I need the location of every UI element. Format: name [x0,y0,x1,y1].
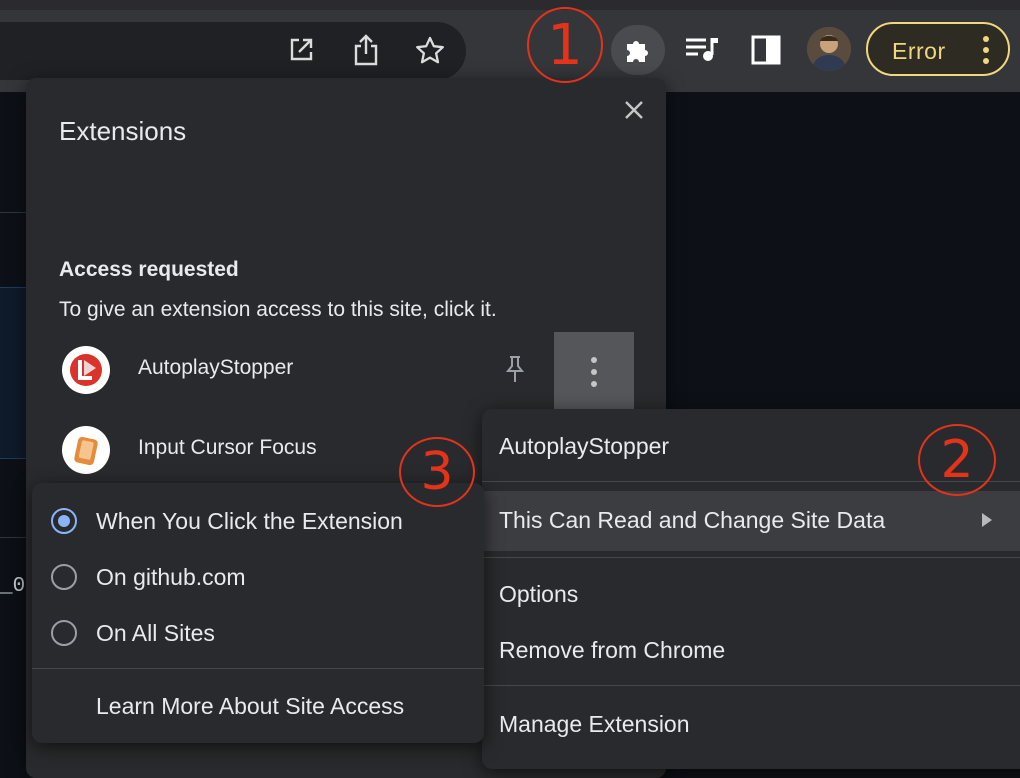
annotation-step-2: 2 [918,424,996,496]
pin-icon[interactable] [502,354,528,384]
submenu-arrow-icon [982,513,992,527]
radio-label: On github.com [96,564,246,590]
section-heading: Access requested [59,258,239,281]
annotation-step-1: 1 [527,7,603,83]
more-vert-icon [591,357,597,387]
site-access-submenu: When You Click the Extension On github.c… [32,483,484,743]
radio-label: When You Click the Extension [96,508,403,534]
radio-selected-icon[interactable] [51,508,77,534]
side-panel-icon[interactable] [751,35,781,65]
background-code-fragment: _0 [0,575,26,598]
radio-icon[interactable] [51,564,77,590]
error-label: Error [892,38,946,64]
profile-error-button[interactable]: Error [866,22,1010,76]
radio-option-all-sites[interactable]: On All Sites [32,608,484,658]
window-top-strip [0,0,1020,10]
radio-label: On All Sites [96,620,215,646]
autoplaystopper-icon [62,346,110,394]
extensions-button[interactable] [611,25,665,75]
open-in-new-icon[interactable] [287,36,315,64]
media-queue-icon[interactable] [684,36,720,64]
radio-icon[interactable] [51,620,77,646]
radio-option-on-site[interactable]: On github.com [32,552,484,602]
menu-item-options[interactable]: Options [482,565,1020,625]
menu-item-remove-from-chrome[interactable]: Remove from Chrome [482,621,1020,681]
puzzle-icon [627,41,648,62]
address-bar[interactable] [0,22,466,80]
extension-item-autoplaystopper[interactable]: AutoplayStopper [26,332,666,412]
menu-item-site-data[interactable]: This Can Read and Change Site Data [482,491,1020,551]
extension-name: AutoplayStopper [138,356,294,379]
annotation-step-3: 3 [399,437,475,507]
section-description: To give an extension access to this site… [59,298,497,321]
close-icon[interactable] [620,96,648,124]
bookmark-star-icon[interactable] [414,35,446,67]
profile-avatar[interactable] [807,27,851,71]
extension-name: Input Cursor Focus [138,436,317,459]
share-icon[interactable] [352,33,380,67]
panel-title: Extensions [59,116,187,146]
learn-more-site-access-link[interactable]: Learn More About Site Access [96,693,404,720]
more-vert-icon [983,36,989,64]
extension-more-button[interactable] [554,332,634,412]
menu-item-manage-extension[interactable]: Manage Extension [482,695,1020,755]
radio-option-on-click[interactable]: When You Click the Extension [32,496,484,546]
input-cursor-focus-icon [62,426,110,474]
